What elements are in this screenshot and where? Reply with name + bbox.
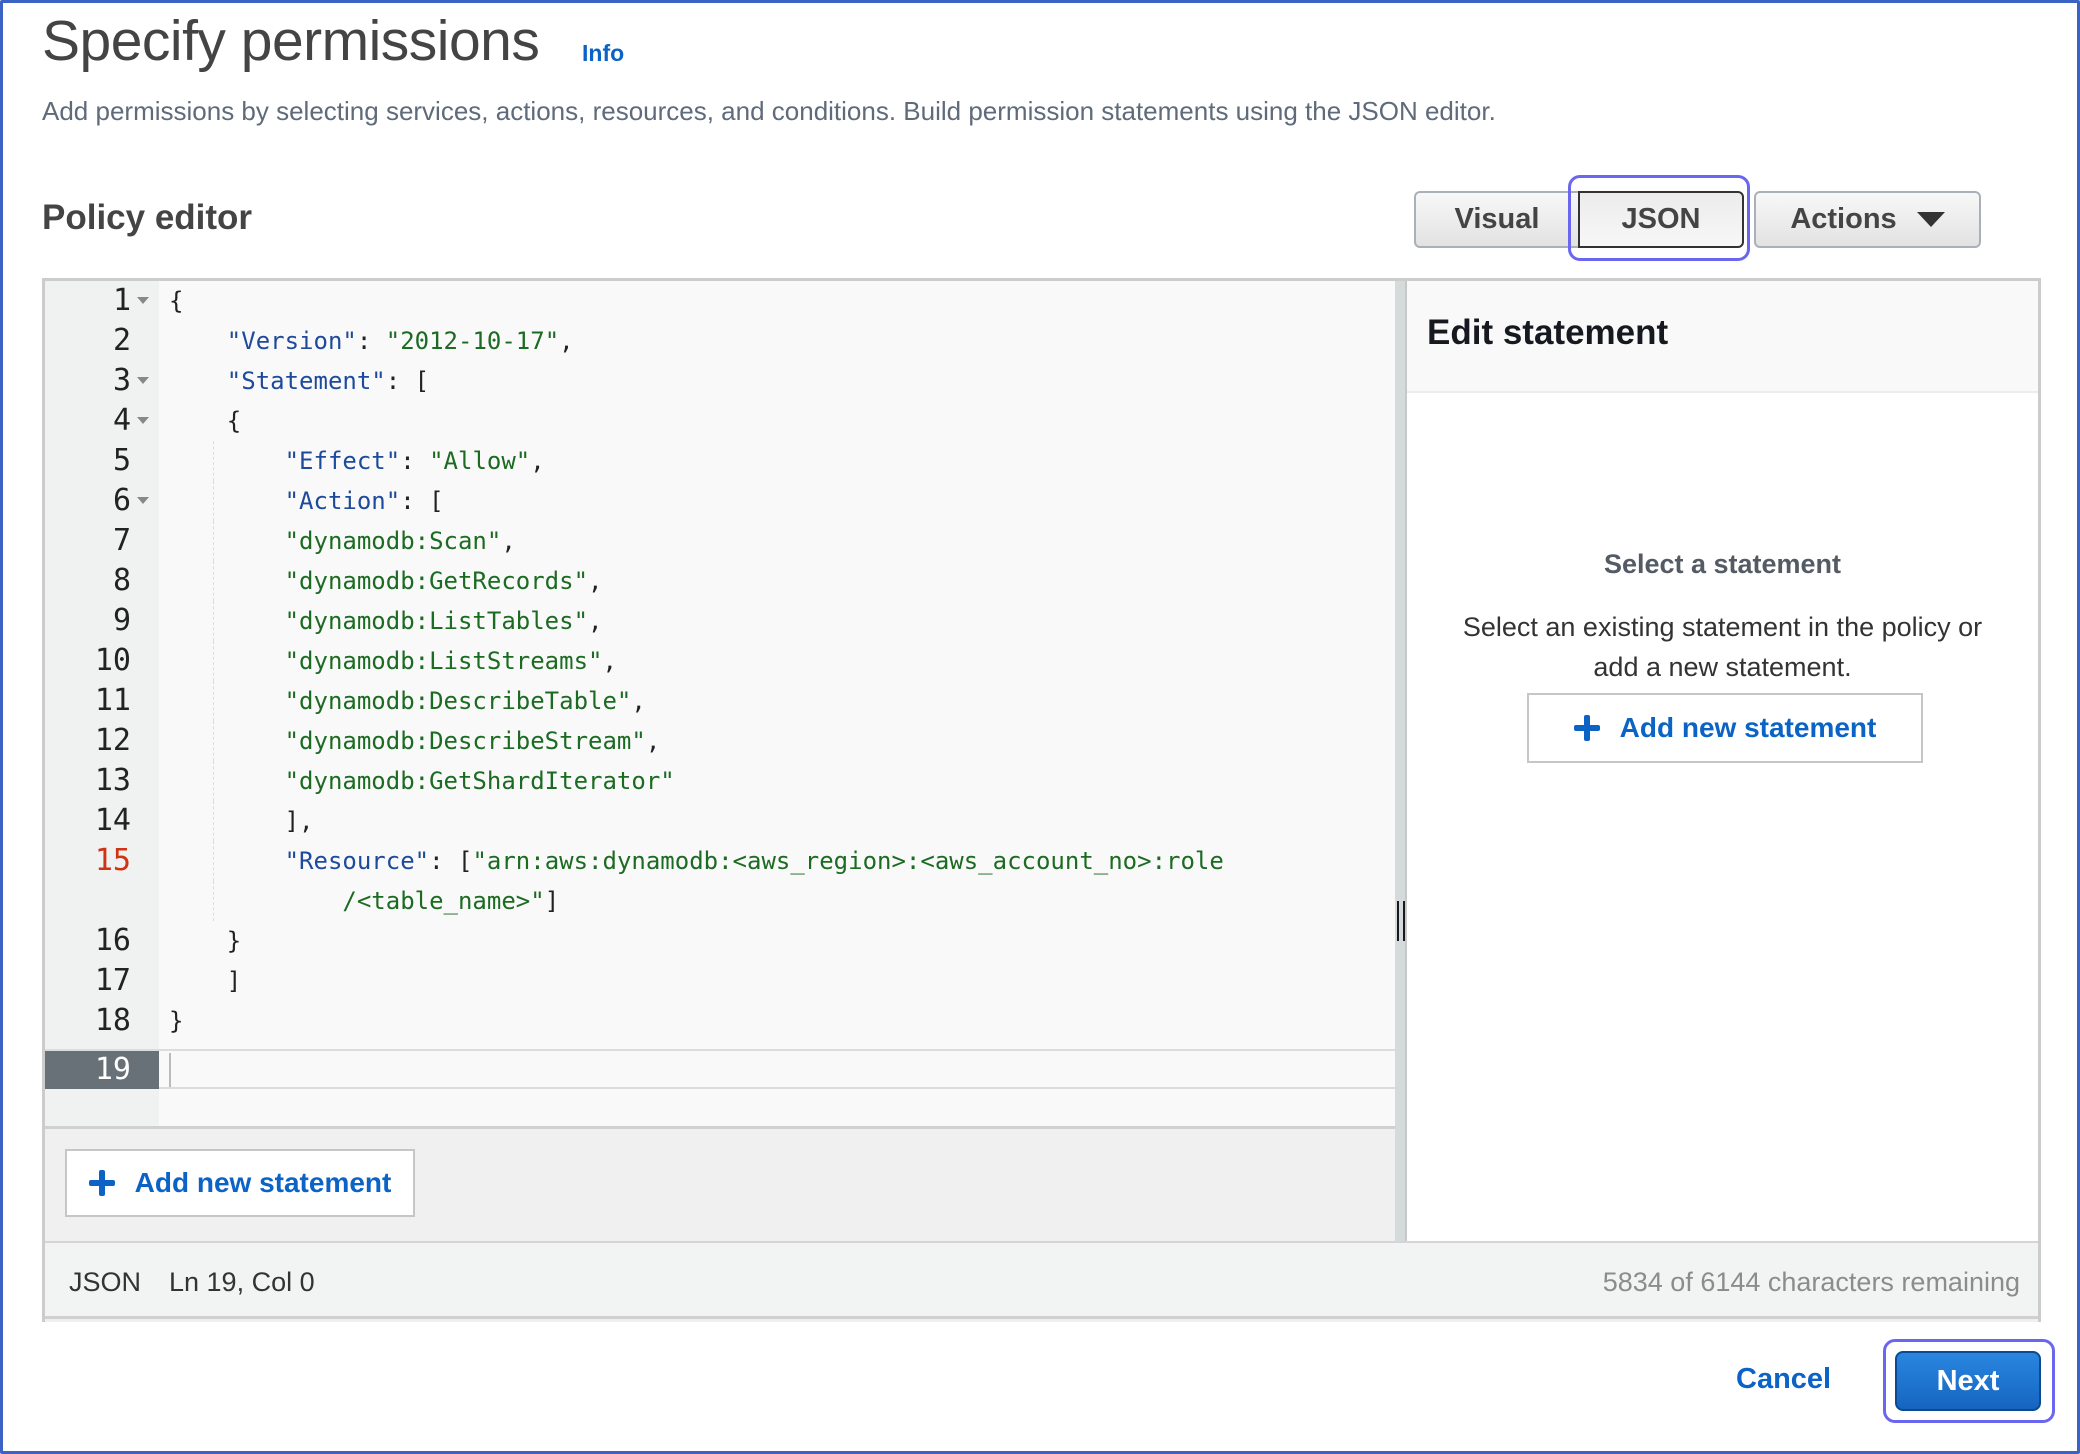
empty-state-text-line-2: add a new statement. [1593,652,1852,682]
policy-editor: 1{2 "Version": "2012-10-17", 3 "Statement… [42,278,2041,1322]
code-line[interactable]: 1{ [45,281,1395,321]
edit-statement-title: Edit statement [1427,313,1669,352]
line-number: 1 [112,283,131,318]
line-number: 7 [112,523,131,558]
page-description: Add permissions by selecting services, a… [42,96,1496,126]
empty-state-text-line-1: Select an existing statement in the poli… [1462,612,1983,642]
add-new-statement-button[interactable]: Add new statement [65,1149,415,1217]
empty-state-text: Select an existing statement in the poli… [1407,607,2038,687]
code-text: "Action": [ [284,487,444,515]
code-line[interactable]: 18} [45,1001,1395,1041]
code-text: "dynamodb:Scan", [284,527,516,555]
line-number: 18 [94,1003,131,1038]
line-number: 11 [94,683,131,718]
status-mode: JSON [69,1267,142,1297]
code-line[interactable]: 6 "Action": [ [45,481,1395,521]
edit-statement-header: Edit statement [1407,281,2038,393]
code-text: "dynamodb:DescribeStream", [284,727,661,755]
active-line-number: 19 [45,1051,159,1089]
code-text: "dynamodb:ListTables", [284,607,603,635]
line-number: 13 [94,763,131,798]
caret-down-icon [1916,212,1945,227]
line-number: 15 [94,843,131,878]
code-line[interactable]: 17 ] [45,961,1395,1001]
code-text: "Resource": ["arn:aws:dynamodb:<aws_regi… [284,847,1224,875]
fold-arrow-icon[interactable] [137,297,149,304]
code-line[interactable]: 15 "Resource": ["arn:aws:dynamodb:<aws_r… [45,841,1395,881]
empty-state-title: Select a statement [1603,549,1842,579]
line-number: 8 [112,563,131,598]
code-line[interactable]: 4 { [45,401,1395,441]
plus-icon [1573,715,1600,741]
cursor-position: Ln 19, Col 0 [169,1267,315,1297]
panel-resize-handle[interactable] [1395,281,1407,1241]
code-text: "dynamodb:GetShardIterator" [284,767,675,795]
code-text: ], [169,807,314,835]
policy-editor-title: Policy editor [42,198,253,237]
line-number: 4 [112,403,131,438]
visual-mode-button[interactable]: Visual [1414,191,1578,248]
code-text: /<table_name>"] [342,887,560,915]
code-line[interactable]: 5 "Effect": "Allow", [45,441,1395,481]
line-number: 3 [112,363,131,398]
code-line[interactable]: 2 "Version": "2012-10-17", [45,321,1395,361]
panel-add-new-statement-label: Add new statement [1619,712,1877,743]
code-text: "dynamodb:GetRecords", [284,567,603,595]
line-number: 10 [94,643,131,678]
plus-icon [88,1170,115,1196]
fold-arrow-icon[interactable] [137,417,149,424]
code-line[interactable]: 10 "dynamodb:ListStreams", [45,641,1395,681]
code-line[interactable]: /<table_name>"] [45,881,1395,921]
code-line[interactable]: 11 "dynamodb:DescribeTable", [45,681,1395,721]
code-text: "dynamodb:DescribeTable", [284,687,646,715]
code-text: ] [169,967,242,995]
code-line[interactable]: 16 } [45,921,1395,961]
cancel-button[interactable]: Cancel [1736,1363,1831,1396]
code-line[interactable]: 13 "dynamodb:GetShardIterator" [45,761,1395,801]
fold-arrow-icon[interactable] [137,377,149,384]
code-text: } [169,1007,184,1035]
code-text: "dynamodb:ListStreams", [284,647,617,675]
line-number: 9 [112,603,131,638]
actions-label: Actions [1790,203,1897,235]
panel-add-new-statement-button[interactable]: Add new statement [1527,693,1923,763]
edit-statement-panel: Edit statement Select a statement Select… [1407,281,2038,1241]
line-number: 17 [94,963,131,998]
next-button[interactable]: Next [1895,1351,2041,1411]
line-number: 14 [94,803,131,838]
line-number: 12 [94,723,131,758]
code-text: "Statement": [ [226,367,430,395]
line-number: 2 [112,323,131,358]
code-line[interactable]: 14 ], [45,801,1395,841]
line-number: 6 [112,483,131,518]
drag-grip-icon [1397,901,1405,941]
code-line[interactable]: 3 "Statement": [ [45,361,1395,401]
fold-arrow-icon[interactable] [137,497,149,504]
characters-remaining: 5834 of 6144 characters remaining [1602,1267,2020,1297]
add-new-statement-label: Add new statement [134,1167,392,1198]
info-link[interactable]: Info [582,40,624,67]
json-code-editor[interactable]: 1{2 "Version": "2012-10-17", 3 "Statement… [45,281,1395,1126]
code-text: "Effect": "Allow", [284,447,545,475]
code-line[interactable]: 9 "dynamodb:ListTables", [45,601,1395,641]
code-line[interactable]: 8 "dynamodb:GetRecords", [45,561,1395,601]
line-number: 5 [112,443,131,478]
text-cursor [169,1053,171,1087]
code-text: { [169,407,242,435]
editor-status-bar: JSON Ln 19, Col 0 5834 of 6144 character… [45,1241,2038,1319]
code-line[interactable]: 12 "dynamodb:DescribeStream", [45,721,1395,761]
page-title: Specify permissions [42,9,540,73]
code-text: "Version": "2012-10-17", [226,327,574,355]
active-code-line[interactable]: 19 [45,1049,1395,1089]
line-number: 16 [94,923,131,958]
actions-dropdown-button[interactable]: Actions [1754,191,1981,248]
code-text: } [169,927,242,955]
add-statement-bar: Add new statement [45,1126,1395,1241]
code-text: { [169,287,184,315]
code-line[interactable]: 7 "dynamodb:Scan", [45,521,1395,561]
json-mode-button[interactable]: JSON [1578,191,1744,248]
